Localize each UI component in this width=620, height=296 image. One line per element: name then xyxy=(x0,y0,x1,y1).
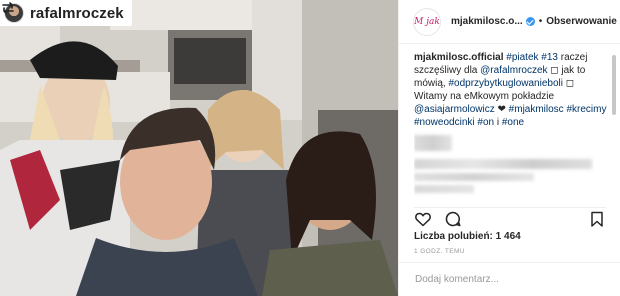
heart-icon[interactable] xyxy=(414,210,432,228)
comments-scrollbar[interactable] xyxy=(612,55,616,197)
regram-badge[interactable]: rafalmroczek xyxy=(0,0,132,26)
comment-input[interactable]: Dodaj komentarz... xyxy=(415,274,499,285)
post-caption: mjakmilosc.official #piatek #13 raczej s… xyxy=(414,51,608,129)
post-timestamp[interactable]: 1 GODZ. TEMU xyxy=(414,248,465,255)
instagram-post: rafalmroczek M jak mjakmilosc.o... • Obs… xyxy=(0,0,620,296)
action-bar xyxy=(414,207,606,227)
caption-hashtag-link[interactable]: #mjakmilosc xyxy=(509,104,564,115)
caption-hashtag-link[interactable]: #one xyxy=(502,117,524,128)
caption-text-segment: ❤ xyxy=(494,104,509,115)
caption-hashtag-link[interactable]: #on xyxy=(477,117,494,128)
caption-hashtag-link[interactable]: #nowe xyxy=(414,117,443,128)
blurred-comment-line xyxy=(414,185,474,193)
caption-hashtag-link[interactable]: @asiajarmolowicz xyxy=(414,104,495,115)
account-avatar[interactable]: M jak xyxy=(413,7,441,36)
caption-text: #piatek #13 raczej szczęśliwy dla @rafal… xyxy=(414,52,606,128)
account-username[interactable]: mjakmilosc.o... xyxy=(451,16,523,27)
likes-count[interactable]: Liczba polubień: 1 464 xyxy=(414,231,521,242)
blurred-comment-line xyxy=(414,173,534,181)
following-button[interactable]: Obserwowanie xyxy=(546,16,617,27)
comment-icon[interactable] xyxy=(444,210,462,228)
repost-icon xyxy=(2,2,14,14)
separator-dot: • xyxy=(538,16,543,27)
post-header: M jak mjakmilosc.o... • Obserwowanie xyxy=(399,0,620,44)
blurred-comment-avatar xyxy=(414,135,452,151)
scrollbar-thumb[interactable] xyxy=(612,55,616,115)
caption-hashtag-link[interactable]: odcinki xyxy=(443,117,474,128)
caption-hashtag-link[interactable]: #krecimy xyxy=(566,104,606,115)
bookmark-icon[interactable] xyxy=(588,210,606,228)
comment-box[interactable]: Dodaj komentarz... xyxy=(398,262,620,296)
caption-hashtag-link[interactable]: @rafalmroczek xyxy=(480,65,547,76)
regram-username: rafalmroczek xyxy=(30,4,124,22)
caption-text-segment: i xyxy=(494,117,502,128)
selfie-illustration xyxy=(0,0,398,296)
caption-hashtag-link[interactable]: #13 xyxy=(541,52,558,63)
caption-username[interactable]: mjakmilosc.official xyxy=(414,52,503,63)
caption-hashtag-link[interactable]: #odprzybytkuglowanieboli xyxy=(448,78,563,89)
caption-hashtag-link[interactable]: #piatek xyxy=(506,52,538,63)
post-photo[interactable]: rafalmroczek xyxy=(0,0,398,296)
verified-badge-icon xyxy=(525,17,535,26)
blurred-comment-line xyxy=(414,159,592,169)
caption-area: mjakmilosc.official #piatek #13 raczej s… xyxy=(414,51,608,197)
